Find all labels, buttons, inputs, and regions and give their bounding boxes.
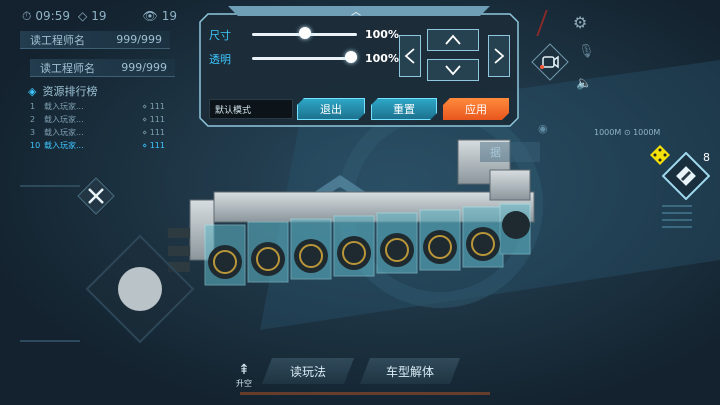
collapse-panel-icon[interactable]: ︿ — [351, 3, 361, 18]
distance-readout: 1000M ⊙ 1000M — [594, 128, 661, 137]
reset-button[interactable]: 重置 — [371, 98, 437, 120]
microphone-icon[interactable]: 🎙 — [578, 44, 595, 59]
move-down-button[interactable] — [427, 59, 479, 81]
alpha-label: 透明 — [209, 53, 231, 66]
engineer-row-2: 读工程师名 999/999 — [30, 59, 175, 77]
movement-joystick[interactable] — [85, 234, 195, 344]
joystick-knob — [118, 267, 162, 311]
alpha-value: 100% — [365, 52, 399, 65]
exit-button[interactable]: 退出 — [297, 98, 365, 120]
move-up-button[interactable] — [427, 29, 479, 51]
chevron-up-icon — [445, 34, 461, 45]
ascend-icon: ⇞ — [238, 362, 250, 378]
move-left-button[interactable] — [399, 35, 421, 77]
ranking-title[interactable]: ◈ 资源排行榜 — [28, 83, 97, 99]
close-icon — [77, 177, 115, 215]
camera-icon — [531, 43, 569, 81]
alpha-slider-handle[interactable] — [345, 51, 357, 63]
tool-count-badge: 8 — [703, 151, 710, 164]
list-item: 2 载入玩家... ⋄ 111 — [30, 115, 165, 124]
chevron-down-icon — [445, 65, 461, 76]
clock: ⏱ 09:59 — [22, 8, 70, 24]
chevron-right-icon — [494, 48, 505, 64]
camera-button[interactable] — [531, 43, 569, 81]
counter: ◇ 19 — [77, 9, 107, 23]
lift-button[interactable]: ⇞ 升空 — [230, 362, 258, 389]
diamond-icon: ◈ — [28, 84, 37, 98]
size-value: 100% — [365, 28, 399, 41]
size-slider-handle[interactable] — [298, 27, 311, 39]
ranking-list: 1 载入玩家... ⋄ 111 2 载入玩家... ⋄ 111 3 载入玩家..… — [30, 100, 165, 152]
list-item: 1 载入玩家... ⋄ 111 — [30, 102, 165, 111]
clock-icon: ⏱ — [22, 8, 32, 23]
play-mode-button[interactable]: 读玩法 — [262, 358, 354, 384]
list-item: 10 载入玩家... ⋄ 111 — [30, 141, 165, 150]
list-item: 3 载入玩家... ⋄ 111 — [30, 128, 165, 137]
diamond-icon: ◇ — [77, 9, 88, 23]
eye-icon[interactable]: ◉ — [538, 122, 548, 135]
disassemble-button[interactable]: 车型解体 — [360, 358, 460, 384]
eye-icon: 👁 — [142, 9, 158, 23]
mode-select[interactable]: 默认模式 — [209, 99, 293, 119]
status-bar: ⏱ 09:59 ◇ 19 👁 19 — [22, 6, 177, 26]
move-right-button[interactable] — [488, 35, 510, 77]
alpha-slider[interactable] — [252, 51, 357, 65]
settings-icon[interactable]: ⚙ — [573, 13, 587, 32]
chevron-left-icon — [404, 48, 415, 64]
apply-button[interactable]: 应用 — [443, 98, 509, 120]
size-slider[interactable] — [252, 27, 357, 41]
engineer-row-1: 读工程师名 999/999 — [20, 31, 170, 49]
cancel-button[interactable] — [77, 177, 115, 215]
viewer-count: 👁 19 — [142, 9, 177, 23]
target-icon: ⊙ — [623, 128, 631, 137]
data-tab-partial[interactable]: 据 — [480, 142, 540, 162]
size-label: 尺寸 — [209, 29, 231, 42]
speaker-icon[interactable]: 🔈 — [576, 76, 592, 91]
